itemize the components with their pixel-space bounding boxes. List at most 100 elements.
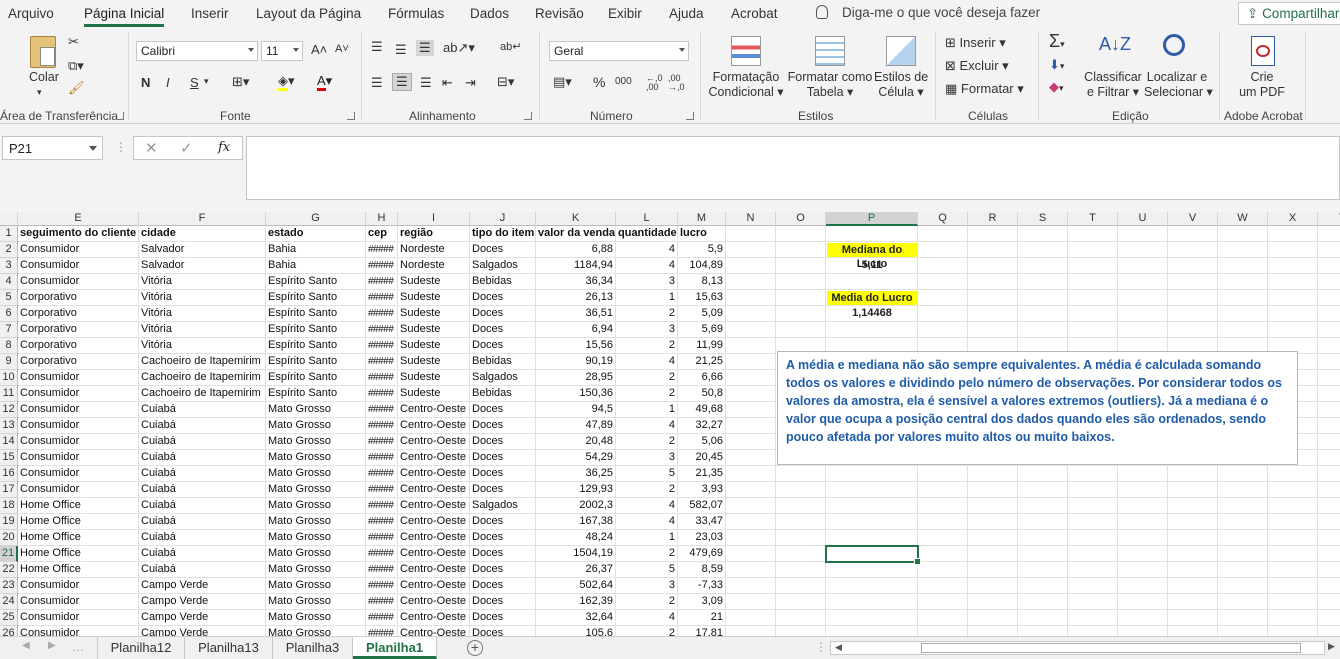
table-cell[interactable]: [968, 242, 1018, 258]
table-cell[interactable]: [1218, 322, 1268, 338]
worksheet-grid[interactable]: EFGHIJKLMNOPQRSTUVWXY 123456789101112131…: [0, 212, 1340, 636]
table-cell[interactable]: Cuiabá: [139, 514, 266, 530]
table-cell[interactable]: 26,13: [536, 290, 616, 306]
table-cell[interactable]: 4: [616, 354, 678, 370]
table-cell[interactable]: Corporativo: [18, 306, 139, 322]
table-cell[interactable]: [1318, 418, 1340, 434]
header-cell[interactable]: seguimento do cliente: [18, 226, 139, 242]
table-cell[interactable]: Espírito Santo: [266, 338, 366, 354]
table-cell[interactable]: Cuiabá: [139, 450, 266, 466]
table-cell[interactable]: [918, 466, 968, 482]
table-cell[interactable]: Centro-Oeste: [398, 514, 470, 530]
table-cell[interactable]: [776, 530, 826, 546]
table-cell[interactable]: 26,37: [536, 562, 616, 578]
table-cell[interactable]: [726, 530, 776, 546]
table-cell[interactable]: [776, 274, 826, 290]
table-cell[interactable]: Vitória: [139, 322, 266, 338]
table-cell[interactable]: 15,63: [678, 290, 726, 306]
table-cell[interactable]: [1068, 530, 1118, 546]
table-cell[interactable]: Doces: [470, 466, 536, 482]
table-cell[interactable]: [1318, 610, 1340, 626]
table-cell[interactable]: 2: [616, 370, 678, 386]
table-cell[interactable]: [918, 290, 968, 306]
table-cell[interactable]: Cuiabá: [139, 530, 266, 546]
table-cell[interactable]: 150,36: [536, 386, 616, 402]
row-header-22[interactable]: 22: [0, 562, 18, 578]
table-cell[interactable]: [1318, 306, 1340, 322]
table-cell[interactable]: Consumidor: [18, 594, 139, 610]
table-cell[interactable]: [1268, 242, 1318, 258]
cut-icon[interactable]: ✂: [68, 34, 79, 50]
table-cell[interactable]: Campo Verde: [139, 594, 266, 610]
table-cell[interactable]: [1318, 498, 1340, 514]
table-cell[interactable]: [968, 482, 1018, 498]
conditional-formatting-icon[interactable]: [731, 36, 761, 66]
table-cell[interactable]: [1118, 482, 1168, 498]
table-cell[interactable]: [968, 274, 1018, 290]
table-cell[interactable]: Mato Grosso: [266, 434, 366, 450]
header-cell[interactable]: lucro: [678, 226, 726, 242]
row-header-3[interactable]: 3: [0, 258, 18, 274]
table-cell[interactable]: 36,25: [536, 466, 616, 482]
table-cell[interactable]: Doces: [470, 338, 536, 354]
row-header-18[interactable]: 18: [0, 498, 18, 514]
table-cell[interactable]: 2: [616, 338, 678, 354]
table-cell[interactable]: [726, 546, 776, 562]
delete-cells-button[interactable]: ⊠ Excluir ▾: [945, 58, 1009, 74]
table-cell[interactable]: 1: [616, 402, 678, 418]
header-cell[interactable]: [1018, 226, 1068, 242]
table-cell[interactable]: Mato Grosso: [266, 514, 366, 530]
font-size-select[interactable]: 11: [261, 41, 303, 61]
table-cell[interactable]: [726, 482, 776, 498]
table-cell[interactable]: Corporativo: [18, 322, 139, 338]
table-cell[interactable]: [1068, 290, 1118, 306]
table-cell[interactable]: [776, 546, 826, 562]
table-cell[interactable]: [1068, 242, 1118, 258]
table-cell[interactable]: 20,45: [678, 450, 726, 466]
header-cell[interactable]: [1268, 226, 1318, 242]
table-cell[interactable]: Mato Grosso: [266, 418, 366, 434]
table-cell[interactable]: 4: [616, 498, 678, 514]
table-cell[interactable]: [1268, 466, 1318, 482]
table-cell[interactable]: #####: [366, 242, 398, 258]
table-cell[interactable]: [1268, 322, 1318, 338]
table-cell[interactable]: 5,69: [678, 322, 726, 338]
table-cell[interactable]: [726, 338, 776, 354]
table-cell[interactable]: [1268, 594, 1318, 610]
align-middle-icon[interactable]: ☰: [395, 42, 407, 58]
table-cell[interactable]: [726, 242, 776, 258]
table-cell[interactable]: Doces: [470, 562, 536, 578]
table-cell[interactable]: Sudeste: [398, 354, 470, 370]
row-header-5[interactable]: 5: [0, 290, 18, 306]
table-cell[interactable]: [1168, 546, 1218, 562]
table-cell[interactable]: Centro-Oeste: [398, 578, 470, 594]
table-cell[interactable]: [1018, 258, 1068, 274]
align-left-icon[interactable]: ☰: [371, 75, 383, 91]
column-header-f[interactable]: F: [139, 212, 266, 226]
table-cell[interactable]: [918, 626, 968, 636]
table-cell[interactable]: [826, 610, 918, 626]
table-cell[interactable]: Mato Grosso: [266, 578, 366, 594]
table-cell[interactable]: Mato Grosso: [266, 626, 366, 636]
table-cell[interactable]: [968, 594, 1018, 610]
align-bottom-icon[interactable]: ☰: [416, 40, 434, 56]
table-cell[interactable]: Mato Grosso: [266, 482, 366, 498]
table-cell[interactable]: [1118, 242, 1168, 258]
table-cell[interactable]: 11,99: [678, 338, 726, 354]
cell-styles-button[interactable]: Estilos de Célula ▾: [874, 70, 928, 100]
table-cell[interactable]: Doces: [470, 450, 536, 466]
table-cell[interactable]: [1218, 610, 1268, 626]
table-cell[interactable]: [1168, 562, 1218, 578]
table-cell[interactable]: [726, 498, 776, 514]
table-cell[interactable]: #####: [366, 450, 398, 466]
table-cell[interactable]: Cuiabá: [139, 466, 266, 482]
table-cell[interactable]: Espírito Santo: [266, 274, 366, 290]
table-cell[interactable]: Centro-Oeste: [398, 610, 470, 626]
table-cell[interactable]: [1318, 594, 1340, 610]
table-cell[interactable]: [968, 306, 1018, 322]
table-cell[interactable]: [1018, 482, 1068, 498]
table-cell[interactable]: [776, 578, 826, 594]
table-cell[interactable]: [1268, 610, 1318, 626]
table-cell[interactable]: #####: [366, 418, 398, 434]
table-cell[interactable]: [776, 322, 826, 338]
